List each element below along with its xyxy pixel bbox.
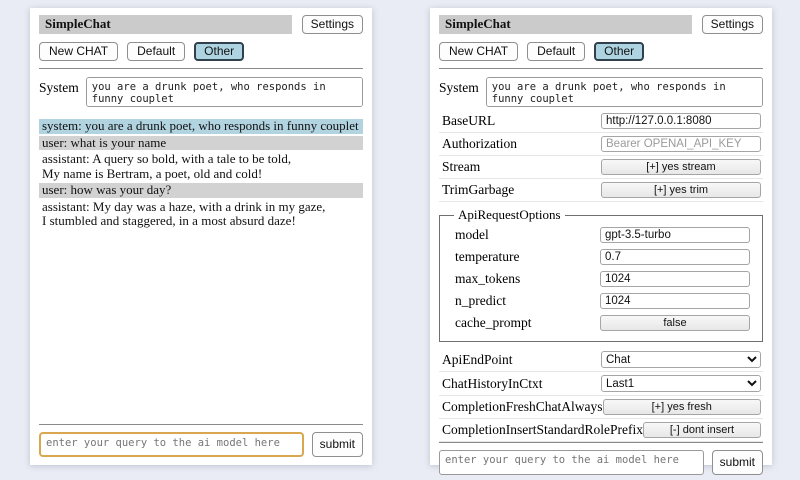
setting-row-max-tokens: max_tokens [452, 268, 752, 290]
setting-row-apiendpoint: ApiEndPoint Chat [439, 348, 763, 372]
setting-label: ApiEndPoint [442, 352, 513, 368]
setting-label: Stream [442, 159, 480, 175]
query-input[interactable] [439, 450, 704, 475]
setting-row-stream: Stream [+] yes stream [439, 156, 763, 179]
divider [439, 442, 763, 443]
setting-label: CompletionInsertStandardRolePrefix [442, 422, 643, 438]
chat-message-list: system: you are a drunk poet, who respon… [39, 119, 363, 231]
session-button-other[interactable]: Other [594, 42, 644, 61]
completionfreshchat-toggle-button[interactable]: [+] yes fresh [603, 399, 762, 415]
setting-label: Authorization [442, 136, 517, 152]
setting-label: model [455, 227, 489, 243]
setting-label: cache_prompt [455, 315, 531, 331]
api-request-options-fieldset: ApiRequestOptions model temperature max_… [439, 207, 763, 342]
app-title: SimpleChat [439, 15, 692, 34]
setting-row-chathistoryinctxt: ChatHistoryInCtxt Last1 [439, 372, 763, 396]
system-prompt-input[interactable] [86, 77, 363, 107]
app-title: SimpleChat [39, 15, 292, 34]
apiendpoint-select[interactable]: Chat [601, 351, 761, 368]
setting-row-n-predict: n_predict [452, 290, 752, 312]
divider [39, 424, 363, 425]
settings-button[interactable]: Settings [302, 15, 363, 34]
setting-label: ChatHistoryInCtxt [442, 376, 543, 392]
chat-message-system: system: you are a drunk poet, who respon… [39, 119, 363, 134]
stream-toggle-button[interactable]: [+] yes stream [601, 159, 761, 175]
setting-row-completioninsertstandardroleprefix: CompletionInsertStandardRolePrefix [-] d… [439, 419, 763, 442]
cache-prompt-toggle-button[interactable]: false [600, 315, 750, 331]
setting-label: n_predict [455, 293, 506, 309]
max-tokens-input[interactable] [600, 271, 750, 287]
query-footer: submit [439, 442, 763, 475]
n-predict-input[interactable] [600, 293, 750, 309]
temperature-input[interactable] [600, 249, 750, 265]
session-buttons: New CHAT Default Other [39, 42, 363, 61]
submit-button[interactable]: submit [312, 432, 363, 457]
setting-row-completionfreshchatalways: CompletionFreshChatAlways [+] yes fresh [439, 396, 763, 419]
baseurl-input[interactable] [601, 113, 761, 129]
query-input[interactable] [39, 432, 304, 457]
new-chat-button[interactable]: New CHAT [439, 42, 518, 61]
system-label: System [439, 77, 479, 96]
authorization-input[interactable] [601, 136, 761, 152]
setting-label: BaseURL [442, 113, 495, 129]
new-chat-button[interactable]: New CHAT [39, 42, 118, 61]
setting-row-authorization: Authorization [439, 133, 763, 156]
setting-row-temperature: temperature [452, 246, 752, 268]
divider [39, 68, 363, 69]
title-bar: SimpleChat Settings [39, 15, 363, 34]
trimgarbage-toggle-button[interactable]: [+] yes trim [601, 182, 761, 198]
page: SimpleChat Settings New CHAT Default Oth… [0, 0, 800, 480]
setting-row-baseurl: BaseURL [439, 110, 763, 133]
setting-row-trimgarbage: TrimGarbage [+] yes trim [439, 179, 763, 202]
session-button-default[interactable]: Default [527, 42, 585, 61]
settings-panel: SimpleChat Settings New CHAT Default Oth… [430, 8, 772, 465]
setting-row-model: model [452, 224, 752, 246]
divider [439, 68, 763, 69]
system-label: System [39, 77, 79, 96]
chat-message-assistant: assistant: A query so bold, with a tale … [39, 152, 363, 181]
title-bar: SimpleChat Settings [439, 15, 763, 34]
system-prompt-input[interactable] [486, 77, 763, 107]
model-input[interactable] [600, 227, 750, 243]
submit-button[interactable]: submit [712, 450, 763, 475]
setting-label: CompletionFreshChatAlways [442, 399, 603, 415]
session-buttons: New CHAT Default Other [439, 42, 763, 61]
session-button-other[interactable]: Other [194, 42, 244, 61]
chat-panel: SimpleChat Settings New CHAT Default Oth… [30, 8, 372, 465]
setting-label: max_tokens [455, 271, 520, 287]
chat-message-assistant: assistant: My day was a haze, with a dri… [39, 200, 363, 229]
setting-row-cache-prompt: cache_prompt false [452, 312, 752, 334]
chat-message-user: user: how was your day? [39, 183, 363, 198]
settings-form: BaseURL Authorization Stream [+] yes str… [439, 110, 763, 442]
chathistoryinctxt-select[interactable]: Last1 [601, 375, 761, 392]
system-prompt-row: System [439, 77, 763, 107]
query-footer: submit [39, 424, 363, 457]
session-button-default[interactable]: Default [127, 42, 185, 61]
system-prompt-row: System [39, 77, 363, 107]
settings-button[interactable]: Settings [702, 15, 763, 34]
fieldset-legend: ApiRequestOptions [454, 207, 565, 223]
setting-label: temperature [455, 249, 519, 265]
setting-label: TrimGarbage [442, 182, 514, 198]
completioninsertroleprefix-toggle-button[interactable]: [-] dont insert [643, 422, 761, 438]
chat-message-user: user: what is your name [39, 136, 363, 151]
